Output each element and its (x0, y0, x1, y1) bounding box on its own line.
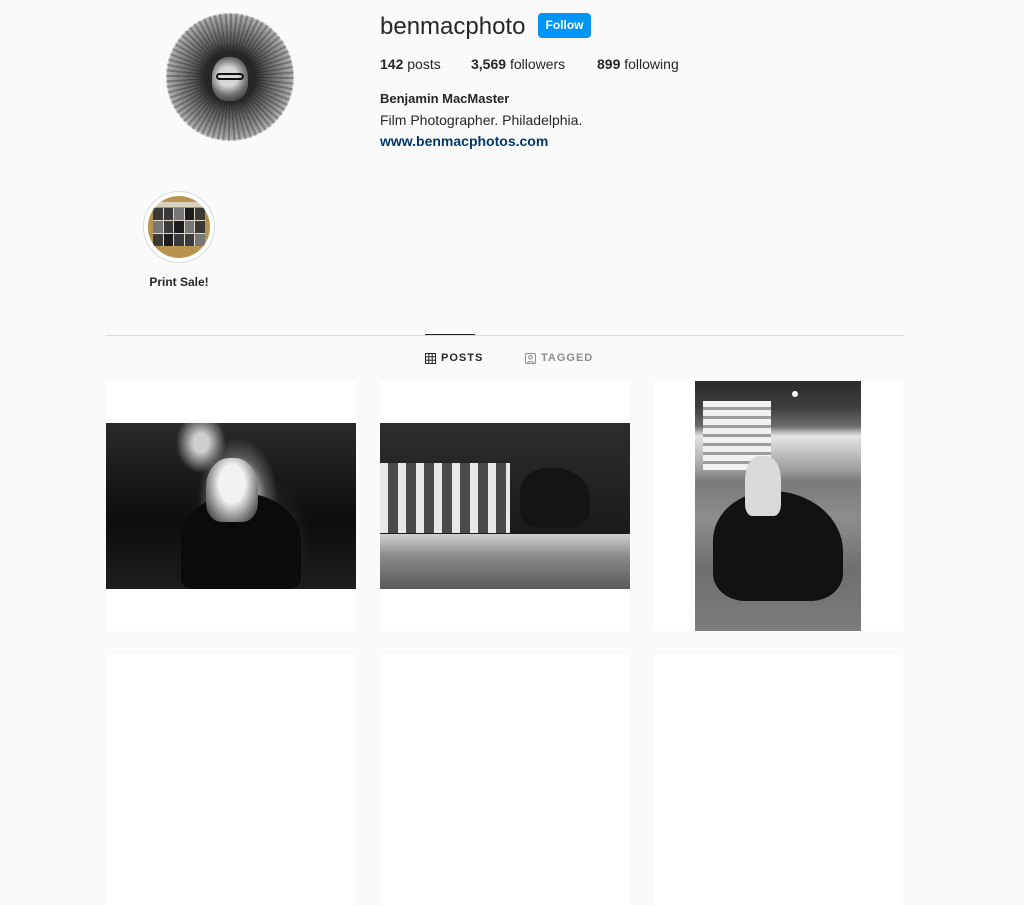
highlight-cover-thumbnails (153, 208, 205, 246)
highlight-cover-banner (156, 202, 202, 207)
post-photo (380, 423, 630, 589)
profile-full-name: Benjamin MacMaster (380, 91, 510, 106)
post-thumbnail[interactable] (380, 381, 630, 631)
tab-posts-label: POSTS (441, 352, 484, 364)
profile-bio: Film Photographer. Philadelphia. (380, 112, 583, 128)
profile-username: benmacphoto (380, 13, 526, 40)
tab-tagged-label: TAGGED (541, 352, 594, 364)
posts-count: 142 (380, 56, 404, 72)
photo-horse (520, 468, 590, 528)
tabs-divider (106, 335, 904, 336)
stat-followers[interactable]: 3,569 followers (471, 55, 565, 73)
follow-button[interactable]: Follow (538, 13, 591, 38)
posts-label: posts (407, 56, 441, 72)
photo-rider (745, 456, 781, 516)
highlight-cover (148, 196, 210, 258)
post-photo (695, 381, 861, 631)
followers-label: followers (509, 56, 566, 72)
post-thumbnail[interactable] (380, 655, 630, 905)
story-highlight[interactable] (143, 191, 215, 263)
tab-posts[interactable]: POSTS (425, 351, 483, 365)
photo-rider (206, 458, 258, 522)
avatar-glasses (216, 73, 244, 80)
tab-tagged[interactable]: TAGGED (525, 351, 593, 365)
profile-website-link[interactable]: www.benmacphotos.com (380, 132, 548, 150)
following-label: following (624, 56, 679, 72)
stat-following[interactable]: 899 following (597, 55, 679, 73)
post-thumbnail[interactable] (106, 655, 356, 905)
photo-moon (792, 391, 798, 397)
highlight-label[interactable]: Print Sale! (130, 275, 228, 289)
post-thumbnail[interactable] (653, 381, 903, 631)
post-photo (106, 423, 356, 589)
followers-count: 3,569 (471, 56, 507, 72)
active-tab-indicator (425, 334, 475, 335)
post-thumbnail[interactable] (106, 381, 356, 631)
tag-icon (525, 352, 536, 364)
stat-posts: 142 posts (380, 55, 441, 73)
post-thumbnail[interactable] (653, 655, 903, 905)
following-count: 899 (597, 56, 621, 72)
grid-icon (425, 352, 436, 364)
profile-avatar[interactable] (166, 13, 294, 141)
